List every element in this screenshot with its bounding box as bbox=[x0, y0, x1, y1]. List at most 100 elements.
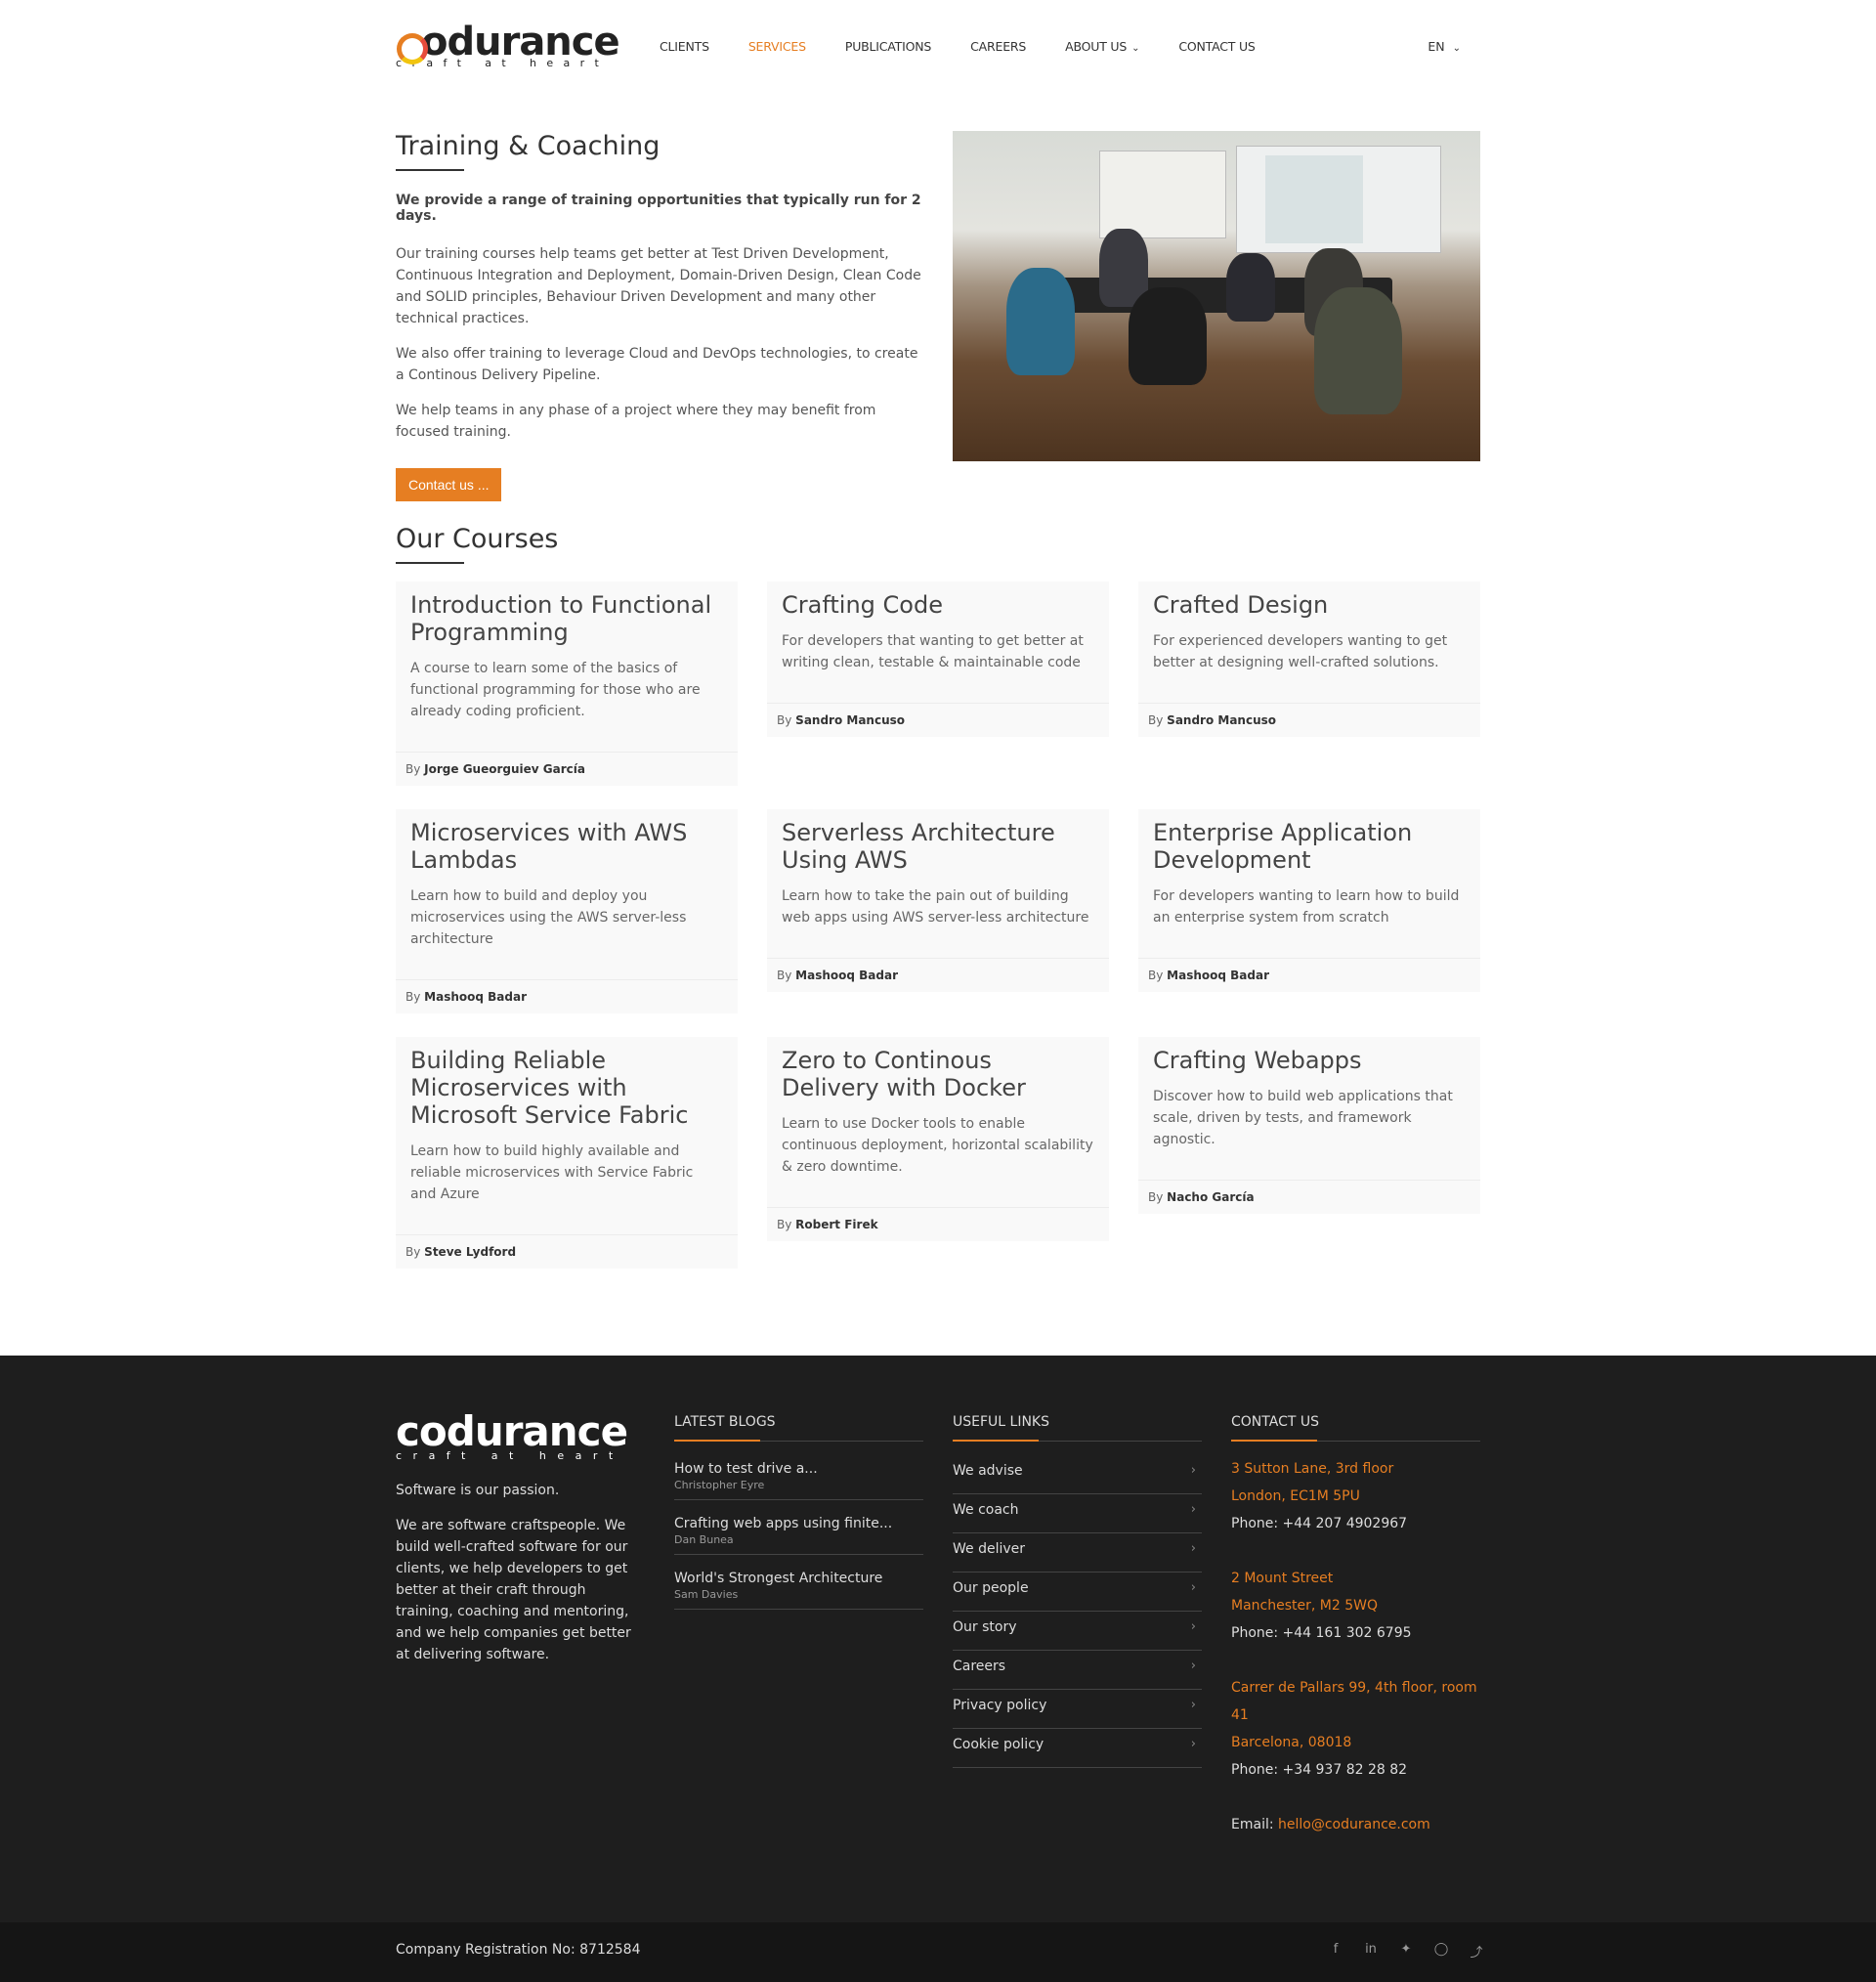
footer-tagline: Software is our passion. bbox=[396, 1483, 560, 1498]
office-address[interactable]: 2 Mount Street bbox=[1231, 1565, 1480, 1592]
chevron-right-icon: › bbox=[1190, 1737, 1196, 1751]
course-author: By Mashooq Badar bbox=[396, 979, 738, 1013]
by-label: By bbox=[405, 990, 421, 1004]
nav-about-us[interactable]: ABOUT US ⌄ bbox=[1065, 39, 1139, 54]
logo-wordmark: codurance bbox=[396, 22, 620, 65]
by-label: By bbox=[777, 1218, 792, 1231]
footer-contact: CONTACT US 3 Sutton Lane, 3rd floor Lond… bbox=[1231, 1414, 1480, 1866]
office-address[interactable]: Manchester, M2 5WQ bbox=[1231, 1592, 1480, 1619]
blog-item[interactable]: How to test drive a... Christopher Eyre bbox=[674, 1455, 923, 1500]
course-card[interactable]: Building Reliable Microservices with Mic… bbox=[396, 1037, 738, 1269]
contact-us-button[interactable]: Contact us ... bbox=[396, 468, 502, 501]
course-card[interactable]: Crafting Webapps Discover how to build we… bbox=[1138, 1037, 1480, 1214]
footer-link-label: Our story bbox=[953, 1619, 1017, 1635]
footer-link-cookie-policy[interactable]: Cookie policy › bbox=[953, 1729, 1202, 1768]
by-label: By bbox=[777, 969, 792, 982]
course-title[interactable]: Crafted Design bbox=[1153, 591, 1466, 619]
footer-link-we-coach[interactable]: We coach › bbox=[953, 1494, 1202, 1533]
course-author: By Steve Lydford bbox=[396, 1234, 738, 1269]
course-title[interactable]: Building Reliable Microservices with Mic… bbox=[410, 1047, 723, 1129]
footer-link-label: Our people bbox=[953, 1580, 1029, 1596]
course-title[interactable]: Serverless Architecture Using AWS bbox=[782, 819, 1094, 874]
by-label: By bbox=[1148, 713, 1164, 727]
useful-links-heading: USEFUL LINKS bbox=[953, 1414, 1202, 1442]
social-links: f in ✦ ◯ ⤴ bbox=[1318, 1942, 1494, 1960]
footer-link-our-story[interactable]: Our story › bbox=[953, 1612, 1202, 1651]
footer-link-privacy-policy[interactable]: Privacy policy › bbox=[953, 1690, 1202, 1729]
blog-item[interactable]: World's Strongest Architecture Sam Davies bbox=[674, 1565, 923, 1610]
author-name: Mashooq Badar bbox=[795, 969, 899, 982]
author-name: Robert Firek bbox=[795, 1218, 878, 1231]
codurance-logo[interactable]: codurance craft at heart bbox=[396, 22, 620, 69]
course-title[interactable]: Crafting Webapps bbox=[1153, 1047, 1466, 1074]
office-phone: Phone: +44 161 302 6795 bbox=[1231, 1625, 1412, 1641]
office-phone: Phone: +44 207 4902967 bbox=[1231, 1516, 1408, 1531]
course-card[interactable]: Microservices with AWS Lambdas Learn how … bbox=[396, 809, 738, 1013]
chevron-right-icon: › bbox=[1190, 1541, 1196, 1556]
logo-tagline: craft at heart bbox=[396, 57, 610, 69]
office-london: 3 Sutton Lane, 3rd floor London, EC1M 5P… bbox=[1231, 1455, 1480, 1537]
latest-blogs-heading: LATEST BLOGS bbox=[674, 1414, 923, 1442]
footer-link-we-advise[interactable]: We advise › bbox=[953, 1455, 1202, 1494]
author-name: Mashooq Badar bbox=[1167, 969, 1270, 982]
course-title[interactable]: Crafting Code bbox=[782, 591, 1094, 619]
blog-title[interactable]: How to test drive a... bbox=[674, 1459, 923, 1479]
office-barcelona: Carrer de Pallars 99, 4th floor, room 41… bbox=[1231, 1674, 1480, 1784]
office-address[interactable]: 3 Sutton Lane, 3rd floor bbox=[1231, 1455, 1480, 1483]
footer-about-text: We are software craftspeople. We build w… bbox=[396, 1518, 631, 1662]
course-card[interactable]: Crafting Code For developers that wanting… bbox=[767, 582, 1109, 737]
by-label: By bbox=[405, 762, 421, 776]
email-link[interactable]: hello@codurance.com bbox=[1278, 1817, 1430, 1832]
office-address[interactable]: Barcelona, 08018 bbox=[1231, 1729, 1480, 1756]
nav-about-us-label: ABOUT US bbox=[1065, 39, 1128, 54]
footer-link-we-deliver[interactable]: We deliver › bbox=[953, 1533, 1202, 1573]
course-card[interactable]: Serverless Architecture Using AWS Learn h… bbox=[767, 809, 1109, 992]
course-title[interactable]: Microservices with AWS Lambdas bbox=[410, 819, 723, 874]
footer-link-label: Careers bbox=[953, 1659, 1006, 1674]
course-description: Learn how to build and deploy you micros… bbox=[410, 888, 687, 947]
course-card[interactable]: Crafted Design For experienced developers… bbox=[1138, 582, 1480, 737]
nav-careers[interactable]: CAREERS bbox=[970, 39, 1026, 54]
linkedin-icon[interactable]: in bbox=[1353, 1942, 1388, 1960]
course-title[interactable]: Enterprise Application Development bbox=[1153, 819, 1466, 874]
footer-useful-links: USEFUL LINKS We advise › We coach › We del… bbox=[953, 1414, 1202, 1768]
nav-publications[interactable]: PUBLICATIONS bbox=[845, 39, 931, 54]
footer-link-our-people[interactable]: Our people › bbox=[953, 1573, 1202, 1612]
course-author: By Sandro Mancuso bbox=[1138, 703, 1480, 737]
course-title[interactable]: Introduction to Functional Programming bbox=[410, 591, 723, 646]
contact-email: Email: hello@codurance.com bbox=[1231, 1811, 1480, 1838]
site-footer: codurance craft at heart Software is our… bbox=[0, 1356, 1876, 1922]
instagram-icon[interactable]: ◯ bbox=[1424, 1942, 1459, 1960]
facebook-icon[interactable]: f bbox=[1318, 1942, 1353, 1960]
footer-link-careers[interactable]: Careers › bbox=[953, 1651, 1202, 1690]
course-author: By Robert Firek bbox=[767, 1207, 1109, 1241]
blog-item[interactable]: Crafting web apps using finite... Dan Bun… bbox=[674, 1510, 923, 1555]
blog-title[interactable]: Crafting web apps using finite... bbox=[674, 1514, 923, 1533]
office-address[interactable]: London, EC1M 5PU bbox=[1231, 1483, 1480, 1510]
nav-services[interactable]: SERVICES bbox=[748, 39, 806, 54]
course-card[interactable]: Enterprise Application Development For de… bbox=[1138, 809, 1480, 992]
nav-contact-us[interactable]: CONTACT US bbox=[1178, 39, 1256, 54]
chevron-down-icon: ⌄ bbox=[1131, 43, 1140, 54]
course-description: For developers that wanting to get bette… bbox=[782, 633, 1084, 670]
office-address[interactable]: Carrer de Pallars 99, 4th floor, room 41 bbox=[1231, 1674, 1480, 1729]
blog-title[interactable]: World's Strongest Architecture bbox=[674, 1569, 923, 1588]
language-selector[interactable]: EN ⌄ bbox=[1428, 39, 1461, 54]
course-card[interactable]: Zero to Continous Delivery with Docker Le… bbox=[767, 1037, 1109, 1241]
site-header: codurance craft at heart CLIENTS SERVICE… bbox=[396, 0, 1480, 94]
twitter-icon[interactable]: ✦ bbox=[1388, 1942, 1424, 1960]
course-title[interactable]: Zero to Continous Delivery with Docker bbox=[782, 1047, 1094, 1101]
intro-paragraph: We also offer training to leverage Cloud… bbox=[396, 346, 918, 383]
nav-clients[interactable]: CLIENTS bbox=[660, 39, 709, 54]
footer-link-label: Cookie policy bbox=[953, 1737, 1045, 1752]
intro-lead: We provide a range of training opportuni… bbox=[396, 193, 921, 224]
author-name: Mashooq Badar bbox=[424, 990, 528, 1004]
course-description: A course to learn some of the basics of … bbox=[410, 661, 701, 719]
course-description: For developers wanting to learn how to b… bbox=[1153, 888, 1460, 926]
company-registration: Company Registration No: 8712584 bbox=[396, 1942, 641, 1958]
rss-icon[interactable]: ⤴ bbox=[1459, 1942, 1494, 1960]
course-card[interactable]: Introduction to Functional Programming A … bbox=[396, 582, 738, 786]
blog-author: Christopher Eyre bbox=[674, 1479, 765, 1491]
footer-about: codurance craft at heart Software is our… bbox=[396, 1411, 645, 1665]
course-description: Discover how to build web applications t… bbox=[1153, 1089, 1453, 1147]
